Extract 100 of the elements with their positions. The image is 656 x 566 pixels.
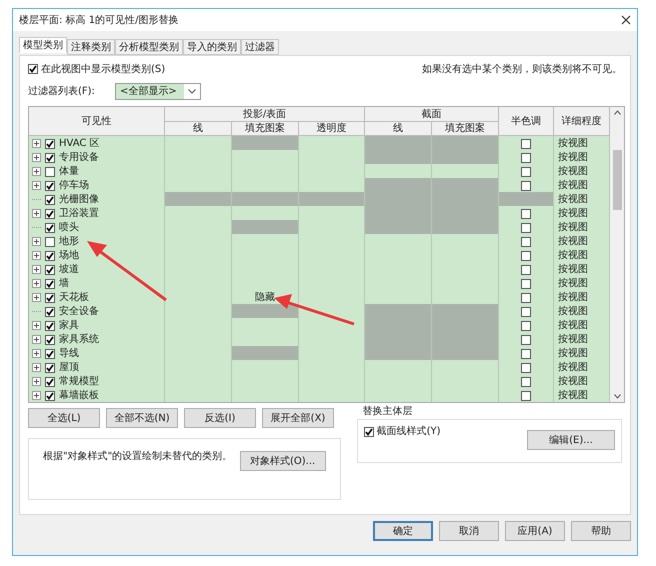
checkbox[interactable]	[521, 320, 531, 330]
column-header: 投影/表面	[165, 107, 365, 122]
category-name: 坡道	[59, 262, 79, 277]
expand-icon[interactable]	[32, 153, 41, 162]
expand-icon[interactable]	[32, 209, 41, 218]
checkbox[interactable]	[45, 138, 55, 148]
chevron-down-icon[interactable]	[614, 394, 620, 399]
checkbox[interactable]	[521, 208, 531, 218]
checkbox[interactable]	[45, 194, 55, 204]
checkbox[interactable]	[521, 306, 531, 316]
expand-icon[interactable]	[32, 139, 41, 148]
checkbox[interactable]	[45, 348, 55, 358]
category-name: 幕墙嵌板	[59, 388, 99, 402]
checkbox[interactable]	[45, 236, 55, 246]
expand-icon[interactable]	[32, 377, 41, 386]
checkbox[interactable]	[45, 250, 55, 260]
expand-icon[interactable]	[32, 265, 41, 274]
dialog-button[interactable]: 取消	[439, 521, 499, 541]
checkbox[interactable]	[521, 376, 531, 386]
checkbox[interactable]	[521, 292, 531, 302]
checkbox[interactable]	[45, 362, 55, 372]
checkbox[interactable]	[45, 208, 55, 218]
checkbox[interactable]	[364, 426, 374, 436]
expand-icon[interactable]	[32, 335, 41, 344]
checkbox[interactable]	[521, 222, 531, 232]
checkbox[interactable]	[28, 64, 38, 74]
dialog-button[interactable]: 展开全部(X)	[262, 408, 334, 428]
expand-icon[interactable]	[32, 349, 41, 358]
checkbox[interactable]	[521, 236, 531, 246]
table-cell[interactable]	[232, 388, 299, 402]
checkbox[interactable]	[521, 250, 531, 260]
checkbox[interactable]	[45, 152, 55, 162]
checkbox[interactable]	[521, 278, 531, 288]
category-name: 导线	[59, 346, 79, 361]
category-name: 地形	[59, 234, 79, 249]
checkbox[interactable]	[521, 264, 531, 274]
tab[interactable]: 分析模型类别	[115, 39, 183, 55]
table-cell[interactable]	[165, 388, 232, 402]
checkbox[interactable]	[521, 348, 531, 358]
checkbox[interactable]	[521, 138, 531, 148]
category-name: 天花板	[59, 290, 89, 305]
table-cell[interactable]	[432, 388, 499, 402]
dialog-button[interactable]: 全选(L)	[28, 408, 100, 428]
category-name: 家具系统	[59, 332, 99, 347]
filter-label: 过滤器列表(F):	[28, 84, 95, 98]
checkbox[interactable]	[45, 222, 55, 232]
checkbox[interactable]	[45, 334, 55, 344]
category-name: 安全设备	[59, 304, 99, 319]
expand-icon[interactable]	[32, 321, 41, 330]
tab[interactable]: 过滤器	[241, 39, 279, 55]
dialog-button[interactable]: 应用(A)	[505, 521, 565, 541]
checkbox[interactable]	[521, 166, 531, 176]
dialog-button[interactable]: 对象样式(O)...	[240, 451, 326, 471]
tab[interactable]: 模型类别	[19, 37, 67, 53]
checkbox-label: 截面线样式(Y)	[376, 424, 441, 439]
tab[interactable]: 导入的类别	[183, 39, 241, 55]
category-name: 专用设备	[59, 150, 99, 165]
dialog-button[interactable]: 编辑(E)...	[527, 430, 615, 450]
checkbox[interactable]	[521, 334, 531, 344]
checkbox[interactable]	[45, 264, 55, 274]
category-name: 喷头	[59, 220, 79, 235]
filter-dropdown[interactable]: <全部显示>	[114, 82, 201, 100]
window-title: 楼层平面: 标高 1的可见性/图形替换	[19, 14, 178, 28]
close-icon[interactable]	[621, 15, 631, 25]
dialog-button[interactable]: 帮助	[571, 521, 631, 541]
expand-icon[interactable]	[32, 279, 41, 288]
expand-icon[interactable]	[32, 363, 41, 372]
expand-icon[interactable]	[32, 167, 41, 176]
dialog-button[interactable]: 全部不选(N)	[106, 408, 178, 428]
table-cell[interactable]: 按视图	[554, 388, 610, 402]
scrollbar[interactable]	[610, 107, 624, 402]
checkbox[interactable]	[45, 306, 55, 316]
expand-icon[interactable]	[32, 251, 41, 260]
checkbox[interactable]	[45, 376, 55, 386]
checkbox[interactable]	[521, 362, 531, 372]
category-name: 屋顶	[59, 361, 79, 375]
checkbox[interactable]	[521, 390, 531, 400]
checkbox[interactable]	[45, 292, 55, 302]
table-cell[interactable]	[299, 388, 365, 402]
scrollbar-thumb[interactable]	[612, 150, 622, 210]
column-header: 截面	[365, 107, 499, 122]
expand-icon[interactable]	[32, 181, 41, 190]
checkbox[interactable]	[45, 320, 55, 330]
chevron-up-icon[interactable]	[614, 110, 620, 115]
dialog-button[interactable]: 确定	[373, 521, 433, 541]
chevron-down-icon	[188, 88, 196, 94]
checkbox[interactable]	[521, 180, 531, 190]
expand-icon[interactable]	[32, 237, 41, 246]
expand-icon[interactable]	[32, 293, 41, 302]
dialog-button[interactable]: 反选(I)	[184, 408, 256, 428]
expand-icon[interactable]	[32, 391, 41, 400]
checkbox[interactable]	[45, 180, 55, 190]
checkbox[interactable]	[45, 166, 55, 176]
table-cell[interactable]	[365, 388, 432, 402]
checkbox[interactable]	[45, 390, 55, 400]
checkbox[interactable]	[521, 152, 531, 162]
category-name: 场地	[59, 248, 79, 263]
tab[interactable]: 注释类别	[67, 39, 115, 55]
checkbox[interactable]	[45, 278, 55, 288]
group-title: 替换主体层	[362, 404, 414, 419]
